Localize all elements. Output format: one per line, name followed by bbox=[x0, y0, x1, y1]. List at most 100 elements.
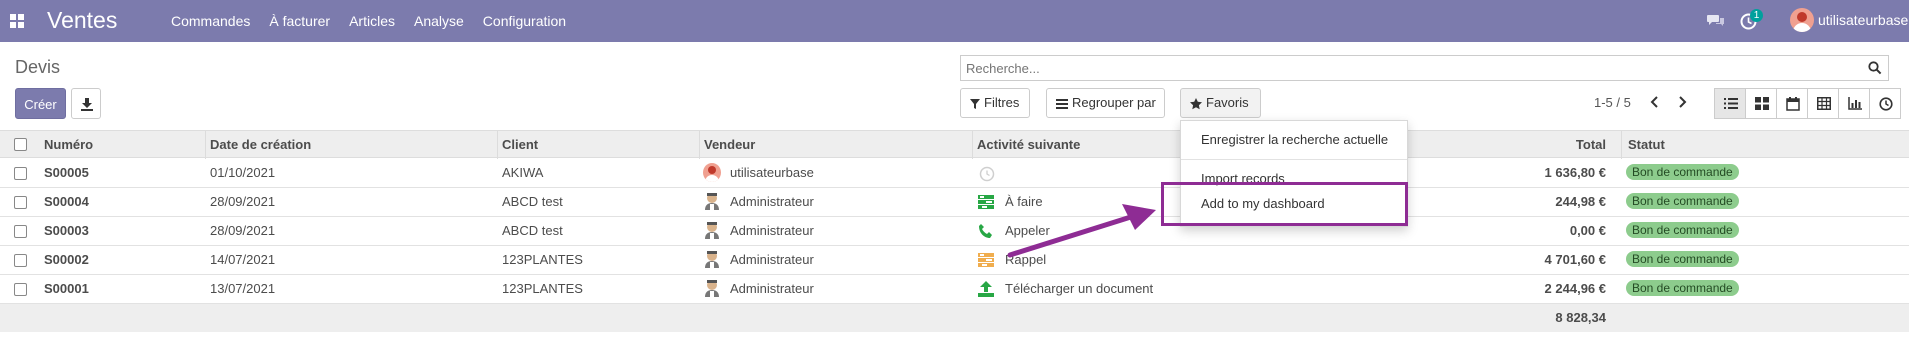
favorites-button[interactable]: Favoris bbox=[1180, 88, 1261, 118]
sum-total: 8 828,34 bbox=[1555, 310, 1606, 325]
cell-vendeur: utilisateurbase bbox=[730, 165, 814, 180]
row-checkbox[interactable] bbox=[14, 167, 27, 180]
table-row[interactable]: S00005 01/10/2021 AKIWA utilisateurbase … bbox=[0, 159, 1909, 188]
menu-a-facturer[interactable]: À facturer bbox=[269, 13, 330, 29]
tasks-icon[interactable] bbox=[978, 194, 994, 210]
create-button[interactable]: Créer bbox=[15, 88, 66, 119]
activity-count-badge: 1 bbox=[1750, 9, 1763, 22]
annotation-arrow bbox=[1007, 204, 1156, 258]
column-header-total[interactable]: Total bbox=[1576, 137, 1606, 152]
annotation-highlight-box bbox=[1161, 182, 1408, 226]
row-checkbox[interactable] bbox=[14, 196, 27, 209]
list-icon bbox=[1724, 98, 1738, 109]
chevron-right-icon[interactable] bbox=[1675, 94, 1689, 110]
admin-avatar-icon bbox=[705, 280, 719, 297]
search-input[interactable] bbox=[961, 56, 1851, 80]
column-header-date[interactable]: Date de création bbox=[210, 137, 311, 152]
filters-button[interactable]: Filtres bbox=[960, 88, 1030, 118]
cell-numero: S00004 bbox=[44, 194, 89, 209]
column-header-vendeur[interactable]: Vendeur bbox=[704, 137, 755, 152]
main-menu: Commandes À facturer Articles Analyse Co… bbox=[171, 13, 585, 29]
pivot-table-icon bbox=[1817, 97, 1831, 110]
view-switcher bbox=[1714, 88, 1901, 119]
upload-icon[interactable] bbox=[978, 281, 994, 297]
cell-date: 28/09/2021 bbox=[210, 194, 276, 209]
apps-menu-icon[interactable] bbox=[10, 14, 24, 28]
group-by-label: Regrouper par bbox=[1072, 95, 1156, 110]
cell-date: 14/07/2021 bbox=[210, 252, 276, 267]
cell-client: AKIWA bbox=[502, 165, 544, 180]
status-badge: Bon de commande bbox=[1626, 251, 1739, 267]
user-avatar[interactable] bbox=[1790, 8, 1814, 32]
cell-numero: S00001 bbox=[44, 281, 89, 296]
cell-numero: S00003 bbox=[44, 223, 89, 238]
filters-label: Filtres bbox=[984, 95, 1020, 110]
top-navbar: Ventes Commandes À facturer Articles Ana… bbox=[0, 0, 1909, 42]
save-current-search-item[interactable]: Enregistrer la recherche actuelle bbox=[1201, 132, 1388, 147]
menu-articles[interactable]: Articles bbox=[349, 13, 395, 29]
graph-view-button[interactable] bbox=[1838, 88, 1870, 119]
cell-numero: S00002 bbox=[44, 252, 89, 267]
calendar-view-button[interactable] bbox=[1776, 88, 1808, 119]
cell-total: 2 244,96 € bbox=[1544, 281, 1606, 296]
table-footer: 8 828,34 bbox=[0, 304, 1909, 332]
row-checkbox[interactable] bbox=[14, 225, 27, 238]
admin-avatar-icon bbox=[705, 251, 719, 268]
chevron-left-icon[interactable] bbox=[1648, 94, 1662, 110]
table-row[interactable]: S00002 14/07/2021 123PLANTES Administrat… bbox=[0, 246, 1909, 275]
group-by-button[interactable]: Regrouper par bbox=[1046, 88, 1165, 118]
table-row[interactable]: S00004 28/09/2021 ABCD test Administrate… bbox=[0, 188, 1909, 217]
favorites-label: Favoris bbox=[1206, 95, 1249, 110]
cell-vendeur: Administrateur bbox=[730, 223, 814, 238]
user-name[interactable]: utilisateurbase bbox=[1818, 12, 1908, 28]
row-checkbox[interactable] bbox=[14, 283, 27, 296]
column-header-client[interactable]: Client bbox=[502, 137, 538, 152]
table-header: Numéro Date de création Client Vendeur A… bbox=[0, 130, 1909, 159]
pager-value[interactable]: 1-5 / 5 bbox=[1594, 95, 1631, 110]
kanban-view-button[interactable] bbox=[1745, 88, 1777, 119]
phone-icon[interactable] bbox=[978, 223, 994, 239]
cell-date: 01/10/2021 bbox=[210, 165, 276, 180]
cell-total: 1 636,80 € bbox=[1544, 165, 1606, 180]
menu-commandes[interactable]: Commandes bbox=[171, 13, 250, 29]
column-header-activite[interactable]: Activité suivante bbox=[977, 137, 1080, 152]
column-header-statut[interactable]: Statut bbox=[1628, 137, 1665, 152]
calendar-icon bbox=[1786, 97, 1800, 111]
download-icon bbox=[81, 98, 93, 111]
status-badge: Bon de commande bbox=[1626, 164, 1739, 180]
reminder-icon[interactable] bbox=[978, 252, 994, 268]
column-header-numero[interactable]: Numéro bbox=[44, 137, 93, 152]
cell-client: 123PLANTES bbox=[502, 281, 583, 296]
list-view-button[interactable] bbox=[1714, 88, 1746, 119]
kanban-icon bbox=[1755, 97, 1769, 110]
cell-numero: S00005 bbox=[44, 165, 89, 180]
clock-icon bbox=[1879, 97, 1893, 111]
search-icon[interactable] bbox=[1868, 61, 1882, 75]
filter-icon bbox=[970, 98, 980, 109]
app-title[interactable]: Ventes bbox=[47, 7, 117, 34]
cell-vendeur: Administrateur bbox=[730, 252, 814, 267]
cell-client: ABCD test bbox=[502, 223, 563, 238]
cell-total: 244,98 € bbox=[1555, 194, 1606, 209]
cell-vendeur: Administrateur bbox=[730, 194, 814, 209]
activity-view-button[interactable] bbox=[1869, 88, 1901, 119]
cell-vendeur: Administrateur bbox=[730, 281, 814, 296]
menu-configuration[interactable]: Configuration bbox=[483, 13, 566, 29]
select-all-checkbox[interactable] bbox=[14, 138, 27, 151]
star-icon bbox=[1190, 97, 1202, 109]
row-checkbox[interactable] bbox=[14, 254, 27, 267]
export-button[interactable] bbox=[71, 88, 101, 119]
user-avatar-icon bbox=[703, 163, 721, 182]
admin-avatar-icon bbox=[705, 222, 719, 239]
cell-total: 4 701,60 € bbox=[1544, 252, 1606, 267]
status-badge: Bon de commande bbox=[1626, 222, 1739, 238]
clock-icon[interactable] bbox=[979, 166, 995, 182]
cell-client: 123PLANTES bbox=[502, 252, 583, 267]
pivot-view-button[interactable] bbox=[1807, 88, 1839, 119]
chat-icon[interactable] bbox=[1707, 14, 1725, 27]
menu-analyse[interactable]: Analyse bbox=[414, 13, 464, 29]
cell-activite[interactable]: Télécharger un document bbox=[1005, 281, 1153, 296]
admin-avatar-icon bbox=[705, 193, 719, 210]
table-row[interactable]: S00001 13/07/2021 123PLANTES Administrat… bbox=[0, 275, 1909, 304]
table-row[interactable]: S00003 28/09/2021 ABCD test Administrate… bbox=[0, 217, 1909, 246]
